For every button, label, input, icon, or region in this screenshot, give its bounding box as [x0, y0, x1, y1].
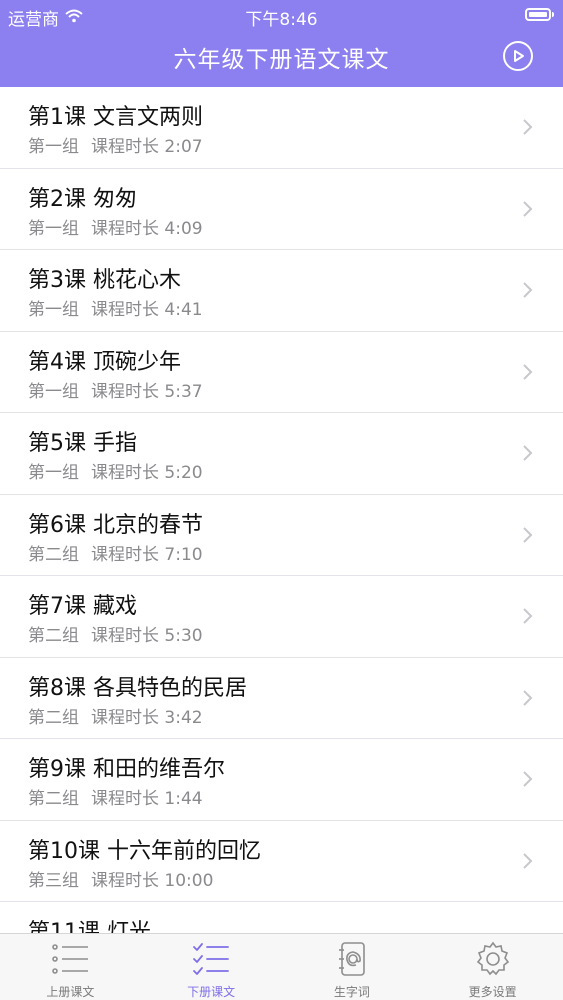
lesson-duration: 课程时长 10:00	[91, 870, 214, 891]
lesson-title: 第4课 顶碗少年	[28, 349, 181, 375]
lesson-list: 第1课 文言文两则 第一组 课程时长 2:07 第2课 匆匆 第一组 课程时长 4:…	[0, 87, 563, 933]
lesson-group: 第一组	[28, 137, 79, 157]
lesson-title: 第7课 藏戏	[28, 594, 137, 619]
lesson-row[interactable]: 第2课 匆匆 第一组 课程时长 4:09	[0, 169, 563, 250]
lesson-row[interactable]: 第3课 桃花心木 第一组 课程时长 4:41	[0, 250, 563, 332]
lesson-duration: 课程时长 5:20	[91, 463, 203, 483]
lesson-duration: 课程时长 1:44	[91, 789, 203, 809]
chevron-right-icon	[523, 363, 533, 380]
tab-label: 生字词	[333, 985, 370, 999]
lesson-meta: 第一组 课程时长 5:20	[28, 458, 203, 483]
gear-icon	[476, 941, 509, 976]
chevron-right-icon	[523, 852, 533, 869]
lesson-row[interactable]: 第9课 和田的维吾尔 第二组 课程时长 1:44	[0, 739, 563, 821]
lesson-meta: 第二组 课程时长 5:30	[28, 621, 203, 646]
lesson-group: 第二组	[28, 707, 79, 728]
lesson-row[interactable]: 第6课 北京的春节 第二组 课程时长 7:10	[0, 495, 563, 576]
checklist-icon	[193, 943, 230, 975]
nav-bar: 六年级下册语文课文	[0, 30, 563, 87]
play-circle-icon[interactable]	[503, 41, 533, 71]
chevron-right-icon	[523, 526, 533, 543]
lesson-meta: 第一组 课程时长 4:09	[28, 214, 203, 239]
lesson-title: 第11课 灯光	[28, 920, 151, 933]
chevron-right-icon	[523, 282, 533, 298]
lesson-title: 第2课 匆匆	[28, 186, 137, 212]
lesson-title: 第3课 桃花心木	[28, 268, 181, 293]
lesson-meta: 第三组 课程时长 10:00	[28, 866, 213, 891]
page-title: 六年级下册语文课文	[173, 47, 390, 73]
lesson-group: 第一组	[28, 300, 79, 320]
lesson-title: 第6课 北京的春节	[28, 512, 203, 538]
list-icon	[52, 944, 89, 974]
contacts-book-icon	[338, 942, 365, 976]
tab-label: 上册课文	[46, 985, 95, 999]
lesson-group: 第二组	[28, 789, 79, 809]
lesson-duration: 课程时长 3:42	[91, 707, 203, 728]
lesson-row[interactable]: 第8课 各具特色的民居 第二组 课程时长 3:42	[0, 658, 563, 739]
lesson-group: 第一组	[28, 218, 79, 239]
battery-icon	[525, 8, 554, 21]
lesson-meta: 第二组 课程时长 1:44	[28, 784, 203, 809]
tab-label: 更多设置	[468, 985, 517, 999]
lesson-meta: 第二组 课程时长 7:10	[28, 540, 203, 565]
tab-bar: 上册课文 下册课文 生字词 更多设置	[0, 933, 563, 1000]
tab-vocabulary[interactable]: 生字词	[282, 934, 423, 1000]
chevron-right-icon	[523, 445, 533, 461]
tab-upper-volume[interactable]: 上册课文	[0, 934, 141, 1000]
lesson-duration: 课程时长 7:10	[91, 544, 203, 565]
lesson-group: 第一组	[28, 463, 79, 483]
lesson-duration: 课程时长 5:37	[91, 381, 203, 402]
lesson-duration: 课程时长 4:41	[91, 300, 203, 320]
lesson-title: 第9课 和田的维吾尔	[28, 757, 225, 782]
tab-lower-volume[interactable]: 下册课文	[141, 934, 282, 1000]
lesson-group: 第一组	[28, 381, 79, 402]
status-time: 下午8:46	[245, 10, 318, 30]
chevron-right-icon	[523, 200, 533, 217]
lesson-row[interactable]: 第4课 顶碗少年 第一组 课程时长 5:37	[0, 332, 563, 413]
lesson-meta: 第一组 课程时长 2:07	[28, 132, 203, 157]
lesson-title: 第10课 十六年前的回忆	[28, 838, 261, 864]
tab-label: 下册课文	[187, 985, 236, 999]
lesson-meta: 第一组 课程时长 5:37	[28, 377, 203, 402]
lesson-meta: 第二组 课程时长 3:42	[28, 703, 203, 728]
lesson-group: 第二组	[28, 626, 79, 646]
lesson-row[interactable]: 第5课 手指 第一组 课程时长 5:20	[0, 413, 563, 495]
chevron-right-icon	[523, 689, 533, 706]
lesson-title: 第5课 手指	[28, 431, 137, 456]
lesson-group: 第三组	[28, 870, 79, 891]
lesson-row[interactable]: 第7课 藏戏 第二组 课程时长 5:30	[0, 576, 563, 658]
lesson-duration: 课程时长 5:30	[91, 626, 203, 646]
lesson-row[interactable]: 第1课 文言文两则 第一组 课程时长 2:07	[0, 87, 563, 169]
chevron-right-icon	[523, 119, 533, 135]
lesson-group: 第二组	[28, 544, 79, 565]
lesson-title: 第8课 各具特色的民居	[28, 675, 247, 701]
header: 运营商 下午8:46 六年级下册语文课文	[0, 0, 563, 87]
lesson-row[interactable]: 第11课 灯光	[0, 902, 563, 933]
lesson-row[interactable]: 第10课 十六年前的回忆 第三组 课程时长 10:00	[0, 821, 563, 902]
status-bar: 运营商 下午8:46	[0, 0, 563, 30]
lesson-title: 第1课 文言文两则	[28, 105, 203, 130]
tab-settings[interactable]: 更多设置	[422, 934, 563, 1000]
lesson-duration: 课程时长 2:07	[91, 137, 203, 157]
lesson-duration: 课程时长 4:09	[91, 218, 203, 239]
chevron-right-icon	[523, 608, 533, 624]
chevron-right-icon	[523, 771, 533, 787]
lesson-meta: 第一组 课程时长 4:41	[28, 295, 203, 320]
